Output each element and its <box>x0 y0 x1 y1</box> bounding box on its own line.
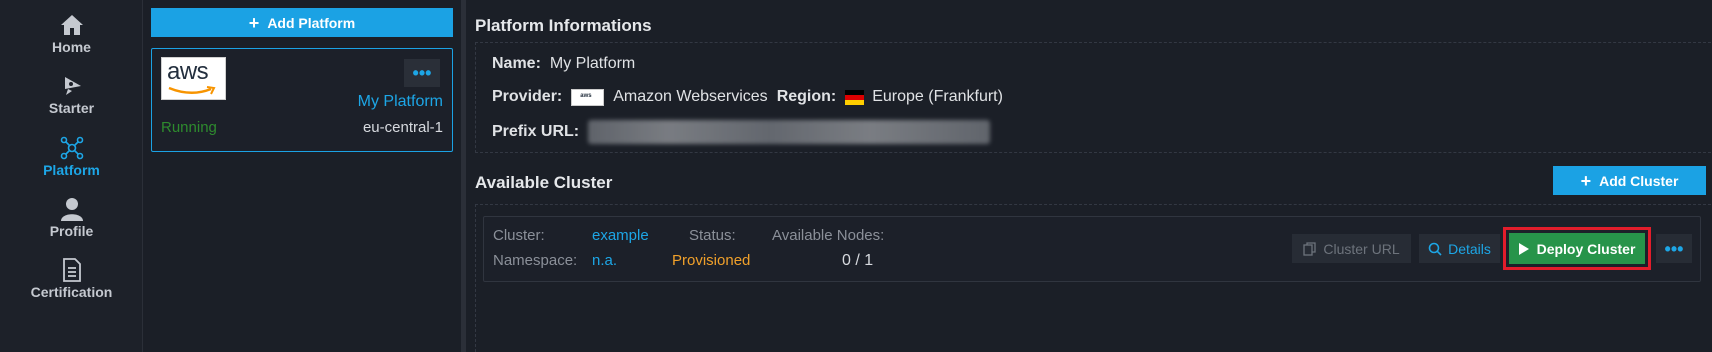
search-icon <box>1428 242 1442 256</box>
add-cluster-button[interactable]: + Add Cluster <box>1553 166 1706 195</box>
deploy-cluster-button[interactable]: Deploy Cluster <box>1509 233 1645 264</box>
user-icon <box>60 198 83 221</box>
prefix-url-redacted <box>588 120 991 144</box>
cluster-url-button[interactable]: Cluster URL <box>1292 234 1411 263</box>
cluster-card: Cluster: example Namespace: n.a. Status:… <box>483 216 1701 282</box>
platform-list: + Add Platform aws ••• My Platform Runni… <box>144 0 456 352</box>
deploy-cluster-label: Deploy Cluster <box>1536 240 1636 257</box>
nav-item-starter[interactable]: Starter <box>0 73 143 116</box>
platform-region: eu-central-1 <box>362 119 443 136</box>
info-provider-row: Provider: aws Amazon Webservices Region:… <box>492 88 1003 106</box>
available-cluster-title: Available Cluster <box>475 173 613 192</box>
plus-icon: + <box>248 12 260 33</box>
platform-status: Running <box>161 119 217 136</box>
status-value: Provisioned <box>672 252 751 269</box>
play-icon <box>1518 242 1529 255</box>
nav-label-certification: Certification <box>30 284 113 300</box>
rocket-icon <box>64 77 81 95</box>
provider-value: Amazon Webservices <box>613 88 768 105</box>
region-label: Region: <box>776 88 837 105</box>
namespace-value[interactable]: n.a. <box>592 252 617 269</box>
details-button[interactable]: Details <box>1419 234 1500 263</box>
cluster-url-label: Cluster URL <box>1323 240 1400 257</box>
name-value: My Platform <box>549 55 636 72</box>
region-value: Europe (Frankfurt) <box>872 88 1003 105</box>
nav-label-profile: Profile <box>49 223 94 239</box>
info-prefix-row: Prefix URL: <box>492 120 991 144</box>
add-platform-label: Add Platform <box>267 14 356 31</box>
platform-info-box: Name: My Platform Provider: aws Amazon W… <box>475 42 1711 153</box>
nav-label-home: Home <box>52 39 91 55</box>
nav-item-certification[interactable]: Certification <box>0 257 143 300</box>
platform-name[interactable]: My Platform <box>358 93 443 111</box>
provider-label: Provider: <box>492 88 563 105</box>
namespace-label: Namespace: <box>493 252 578 269</box>
nodes-label: Available Nodes: <box>772 227 885 244</box>
add-cluster-label: Add Cluster <box>1599 172 1679 189</box>
platform-card[interactable]: aws ••• My Platform Running eu-central-1 <box>151 48 453 152</box>
cluster-name-link[interactable]: example <box>592 227 649 244</box>
network-icon <box>60 136 83 160</box>
main-panel: Platform Informations Name: My Platform … <box>467 0 1712 352</box>
status-label: Status: <box>689 227 736 244</box>
nav-item-profile[interactable]: Profile <box>0 196 143 239</box>
nav-item-platform[interactable]: Platform <box>0 135 143 178</box>
details-label: Details <box>1448 240 1491 257</box>
cluster-label: Cluster: <box>493 227 545 244</box>
home-icon <box>60 15 83 35</box>
germany-flag-icon <box>845 89 865 105</box>
platform-info-title: Platform Informations <box>475 16 652 35</box>
aws-mini-logo: aws <box>571 88 605 106</box>
aws-logo: aws <box>161 57 226 100</box>
nav-label-starter: Starter <box>48 100 95 116</box>
copy-icon <box>1303 241 1317 256</box>
add-platform-button[interactable]: + Add Platform <box>151 8 453 37</box>
aws-smile-icon <box>168 86 216 95</box>
nodes-value: 0 / 1 <box>842 252 874 269</box>
panel-splitter[interactable] <box>461 0 466 352</box>
aws-logo-text: aws <box>167 58 209 85</box>
prefix-label: Prefix URL: <box>492 123 580 140</box>
nav-item-home[interactable]: Home <box>0 12 143 55</box>
info-name-row: Name: My Platform <box>492 55 635 73</box>
main-nav: Home Starter Platform Profile Certificat… <box>0 0 143 352</box>
document-icon <box>62 258 81 282</box>
plus-icon: + <box>1580 170 1592 191</box>
nav-label-platform: Platform <box>43 162 100 178</box>
cluster-more-button[interactable]: ••• <box>1656 234 1692 263</box>
name-label: Name: <box>492 55 541 72</box>
platform-more-button[interactable]: ••• <box>404 59 440 87</box>
